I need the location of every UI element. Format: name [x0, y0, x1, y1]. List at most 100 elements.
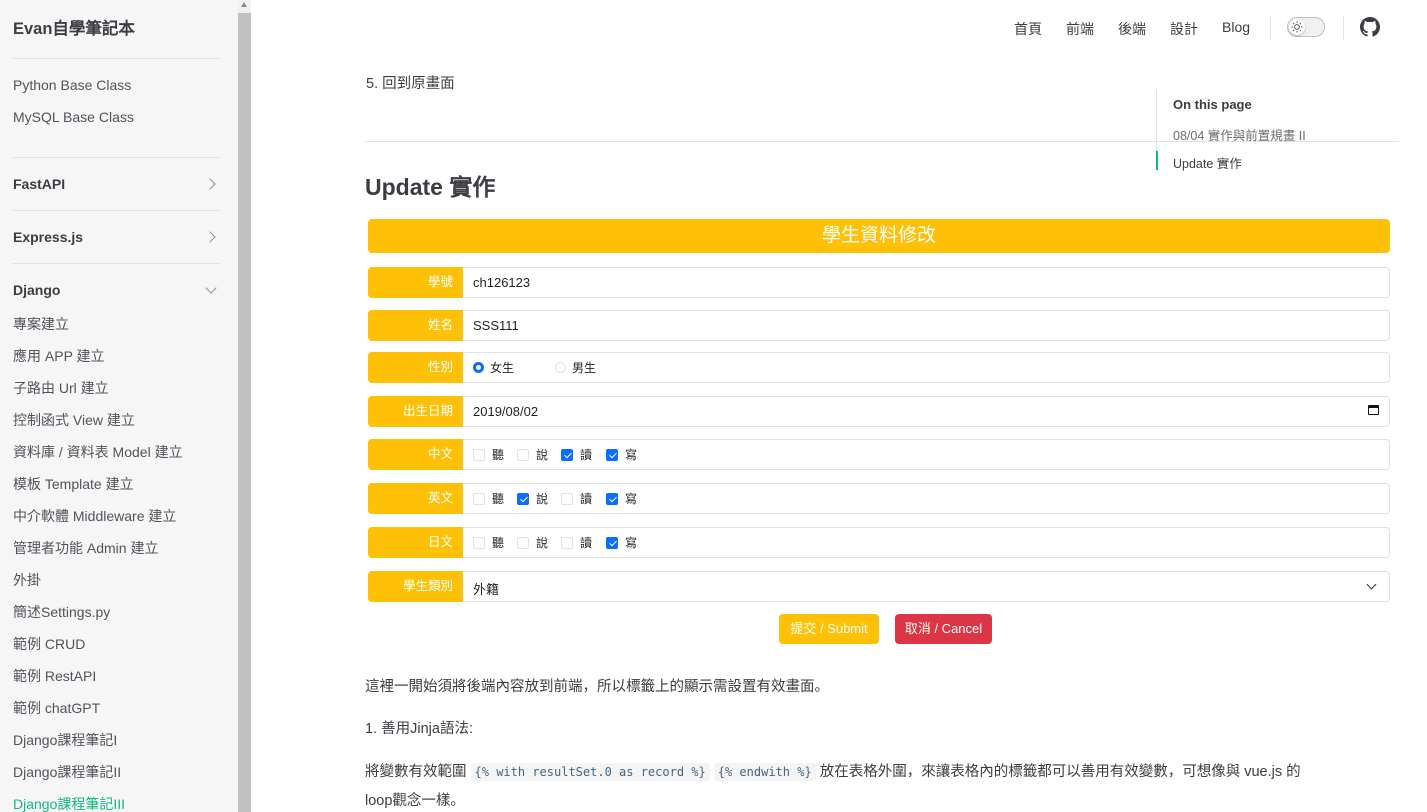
sidebar-item-django[interactable]: Django課程筆記II [13, 762, 121, 782]
nav-home[interactable]: 首頁 [1014, 19, 1042, 39]
skill-write[interactable]: 寫 [606, 484, 637, 513]
sidebar-scrollbar[interactable] [238, 0, 251, 812]
field-label: 學號 [368, 267, 463, 298]
birthdate-field[interactable]: 出生日期 2019/08/02 [368, 396, 1390, 427]
option-label: 女生 [490, 361, 515, 375]
sidebar-item-django[interactable]: 簡述Settings.py [13, 602, 110, 622]
sidebar-item-django[interactable]: 專案建立 [13, 314, 69, 334]
inline-code: {% with resultSet.0 as record %} [470, 763, 710, 781]
sidebar-item-active[interactable]: Django課程筆記III [13, 794, 125, 812]
sidebar-item-django[interactable]: 模板 Template 建立 [13, 474, 134, 494]
sidebar-item-django[interactable]: 資料庫 / 資料表 Model 建立 [13, 442, 183, 462]
nav-design[interactable]: 設計 [1170, 19, 1198, 39]
option-label: 讀 [580, 536, 593, 550]
student-id-field[interactable]: 學號 ch126123 [368, 267, 1390, 298]
category-value[interactable]: 外籍 [473, 579, 499, 598]
text: 放在表格外圍，來讓表格內的標籤都可以善用有效變數，可想像與 vue.js 的 [815, 764, 1301, 780]
checkbox-unchecked[interactable] [517, 448, 529, 461]
cancel-button[interactable]: 取消 / Cancel [895, 614, 992, 644]
sidebar-group-label: Django [13, 282, 61, 298]
paragraph: 將變數有效範圍 {% with resultSet.0 as record %}… [365, 760, 1301, 781]
sidebar-item-python[interactable]: Python Base Class [13, 77, 131, 93]
skill-listen[interactable]: 聽 [473, 484, 504, 513]
chevron-right-icon [204, 178, 216, 190]
sidebar-item-django[interactable]: 範例 chatGPT [13, 698, 100, 718]
skill-write[interactable]: 寫 [606, 440, 637, 469]
toc-item-active[interactable]: Update 實作 [1173, 153, 1242, 172]
scrollbar-thumb[interactable] [238, 13, 251, 812]
student-category-select[interactable]: 學生類別 外籍 [368, 571, 1390, 602]
field-label: 日文 [368, 527, 463, 558]
site-brand[interactable]: Evan自學筆記本 [13, 15, 135, 39]
sidebar-item-django[interactable]: 子路由 Url 建立 [13, 378, 109, 398]
calendar-icon[interactable] [1368, 405, 1379, 415]
option-label: 男生 [572, 361, 597, 375]
sidebar-item-django[interactable]: 控制函式 View 建立 [13, 410, 135, 430]
option-label: 聽 [492, 492, 505, 506]
sidebar-item-mysql[interactable]: MySQL Base Class [13, 109, 134, 125]
language-row-english: 英文 聽 說 讀 寫 [368, 483, 1390, 514]
scroll-up-arrow-icon[interactable] [241, 2, 247, 7]
checkbox-unchecked[interactable] [517, 536, 529, 549]
checkbox-checked[interactable] [606, 536, 618, 549]
skill-read[interactable]: 讀 [561, 484, 592, 513]
option-label: 聽 [492, 448, 505, 462]
sidebar-divider [12, 210, 221, 211]
skill-speak[interactable]: 說 [517, 440, 548, 469]
sidebar-item-django[interactable]: Django課程筆記I [13, 730, 117, 750]
student-name-value[interactable]: SSS111 [473, 318, 519, 333]
checkbox-checked[interactable] [606, 448, 618, 461]
gender-option-male[interactable]: 男生 [555, 353, 596, 382]
option-label: 寫 [625, 448, 638, 462]
sidebar-group-express[interactable]: Express.js [13, 229, 221, 245]
checkbox-checked[interactable] [561, 448, 573, 461]
checkbox-unchecked[interactable] [561, 536, 573, 549]
field-label: 英文 [368, 483, 463, 514]
option-label: 寫 [625, 536, 638, 550]
checkbox-unchecked[interactable] [473, 536, 485, 549]
student-id-value[interactable]: ch126123 [473, 275, 530, 290]
checkbox-unchecked[interactable] [473, 448, 485, 461]
field-label: 姓名 [368, 310, 463, 341]
sidebar-item-django[interactable]: 中介軟體 Middleware 建立 [13, 506, 176, 526]
skill-write[interactable]: 寫 [606, 528, 637, 557]
text: 將變數有效範圍 [365, 764, 471, 780]
radio-unchecked[interactable] [555, 362, 566, 373]
option-label: 聽 [492, 536, 505, 550]
option-label: 讀 [580, 448, 593, 462]
checkbox-checked[interactable] [606, 492, 618, 505]
paragraph: 這裡一開始須將後端內容放到前端，所以標籤上的顯示需設置有效畫面。 [365, 679, 829, 695]
skill-listen[interactable]: 聽 [473, 440, 504, 469]
chevron-right-icon [204, 231, 216, 243]
birthdate-value[interactable]: 2019/08/02 [473, 404, 538, 419]
sidebar-item-django[interactable]: 管理者功能 Admin 建立 [13, 538, 158, 558]
skill-read[interactable]: 讀 [561, 528, 592, 557]
radio-checked[interactable] [473, 362, 484, 373]
gender-option-female[interactable]: 女生 [473, 353, 514, 382]
paragraph: 1. 善用Jinja語法: [365, 721, 473, 737]
submit-button[interactable]: 提交 / Submit [779, 614, 879, 644]
option-label: 說 [536, 448, 549, 462]
sidebar-item-django[interactable]: 範例 CRUD [13, 634, 85, 654]
sidebar-item-django[interactable]: 外掛 [13, 570, 41, 590]
student-name-field[interactable]: 姓名 SSS111 [368, 310, 1390, 341]
sidebar-divider [12, 58, 221, 59]
sun-icon [1289, 19, 1305, 35]
skill-speak[interactable]: 說 [517, 484, 548, 513]
nav-frontend[interactable]: 前端 [1066, 19, 1094, 39]
checkbox-unchecked[interactable] [561, 492, 573, 505]
skill-speak[interactable]: 說 [517, 528, 548, 557]
checkbox-unchecked[interactable] [473, 492, 485, 505]
sidebar-group-fastapi[interactable]: FastAPI [13, 176, 221, 192]
sidebar-item-django[interactable]: 應用 APP 建立 [13, 346, 105, 366]
nav-blog[interactable]: Blog [1222, 19, 1250, 35]
nav-backend[interactable]: 後端 [1118, 19, 1146, 39]
theme-toggle[interactable] [1287, 17, 1325, 37]
checkbox-checked[interactable] [517, 492, 529, 505]
sidebar-item-django[interactable]: 範例 RestAPI [13, 666, 96, 686]
chevron-down-icon[interactable] [1366, 579, 1377, 590]
github-icon[interactable] [1360, 17, 1380, 37]
skill-listen[interactable]: 聽 [473, 528, 504, 557]
sidebar-group-django[interactable]: Django [13, 282, 221, 298]
skill-read[interactable]: 讀 [561, 440, 592, 469]
